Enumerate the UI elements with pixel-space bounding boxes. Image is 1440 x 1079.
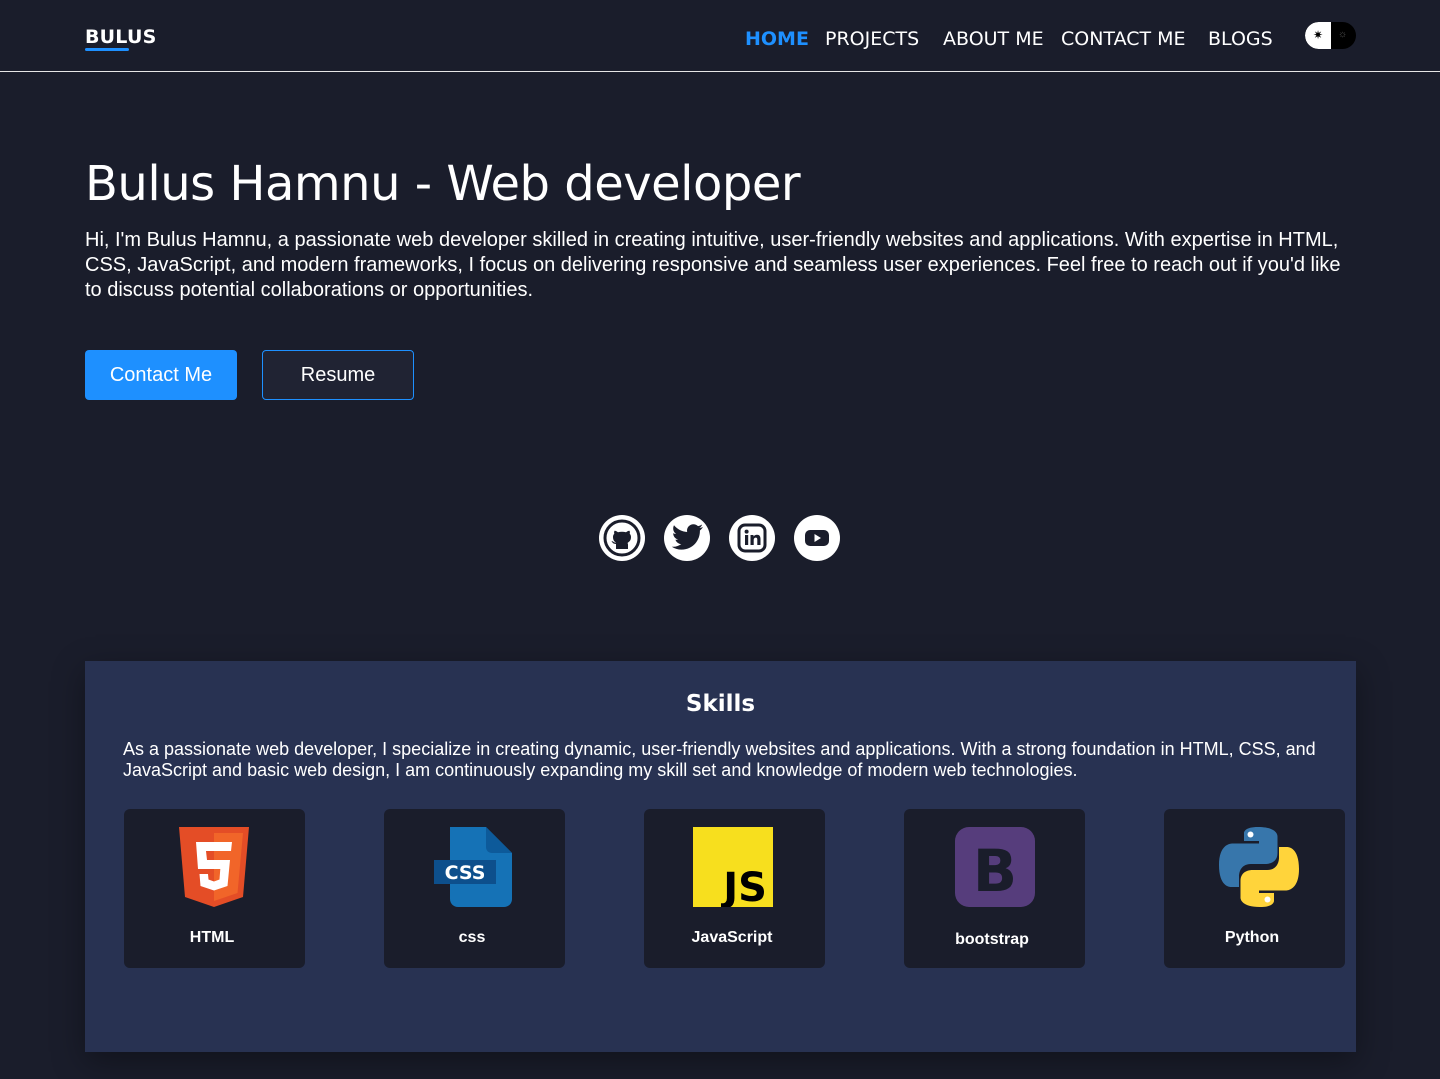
skill-label: JavaScript — [691, 929, 773, 946]
skill-label: css — [458, 929, 486, 946]
python-icon — [1219, 827, 1299, 907]
linkedin-icon — [737, 523, 767, 553]
skill-label: Python — [1224, 929, 1280, 946]
skill-card-html: HTML — [124, 809, 305, 968]
nav-link-home[interactable]: HOME — [745, 28, 809, 50]
nav-link-about-me[interactable]: ABOUT ME — [943, 28, 1044, 50]
nav-links: HOME PROJECTS ABOUT ME CONTACT ME BLOGS — [0, 28, 1440, 52]
skills-section: Skills As a passionate web developer, I … — [85, 661, 1356, 1052]
twitter-icon — [671, 524, 703, 550]
skill-card-javascript: JS JavaScript — [644, 809, 825, 968]
skills-title: Skills — [685, 691, 756, 717]
sun-icon: ✷ — [1313, 28, 1324, 42]
svg-text:JS: JS — [720, 865, 767, 907]
contact-me-button[interactable]: Contact Me — [85, 350, 237, 400]
github-icon — [603, 519, 641, 557]
html5-icon — [179, 827, 249, 907]
nav-link-blogs[interactable]: BLOGS — [1208, 28, 1273, 50]
resume-button[interactable]: Resume — [262, 350, 414, 400]
css3-icon: CSS — [434, 827, 512, 907]
skill-card-css: CSS css — [384, 809, 565, 968]
svg-text:B: B — [973, 837, 1017, 905]
youtube-icon — [805, 530, 829, 546]
theme-toggle[interactable]: ✷ ☼ — [1305, 22, 1356, 49]
moon-icon: ☼ — [1338, 29, 1348, 40]
navbar: BULUS HOME PROJECTS ABOUT ME CONTACT ME … — [0, 0, 1440, 72]
linkedin-link[interactable] — [729, 515, 775, 561]
skills-description: As a passionate web developer, I special… — [123, 739, 1316, 780]
skill-label: HTML — [189, 929, 235, 946]
skill-label: bootstrap — [955, 931, 1029, 948]
javascript-icon: JS — [693, 827, 773, 907]
svg-text:CSS: CSS — [445, 862, 486, 884]
skill-card-python: Python — [1164, 809, 1345, 968]
bootstrap-icon: B — [955, 827, 1035, 907]
nav-link-contact-me[interactable]: CONTACT ME — [1061, 28, 1186, 50]
hero-title: Bulus Hamnu - Web developer — [85, 156, 801, 212]
youtube-link[interactable] — [794, 515, 840, 561]
nav-link-projects[interactable]: PROJECTS — [825, 28, 919, 50]
twitter-link[interactable] — [664, 515, 710, 561]
social-links — [599, 515, 840, 561]
github-link[interactable] — [599, 515, 645, 561]
skill-card-bootstrap: B bootstrap — [904, 809, 1085, 968]
hero-description: Hi, I'm Bulus Hamnu, a passionate web de… — [85, 229, 1341, 301]
